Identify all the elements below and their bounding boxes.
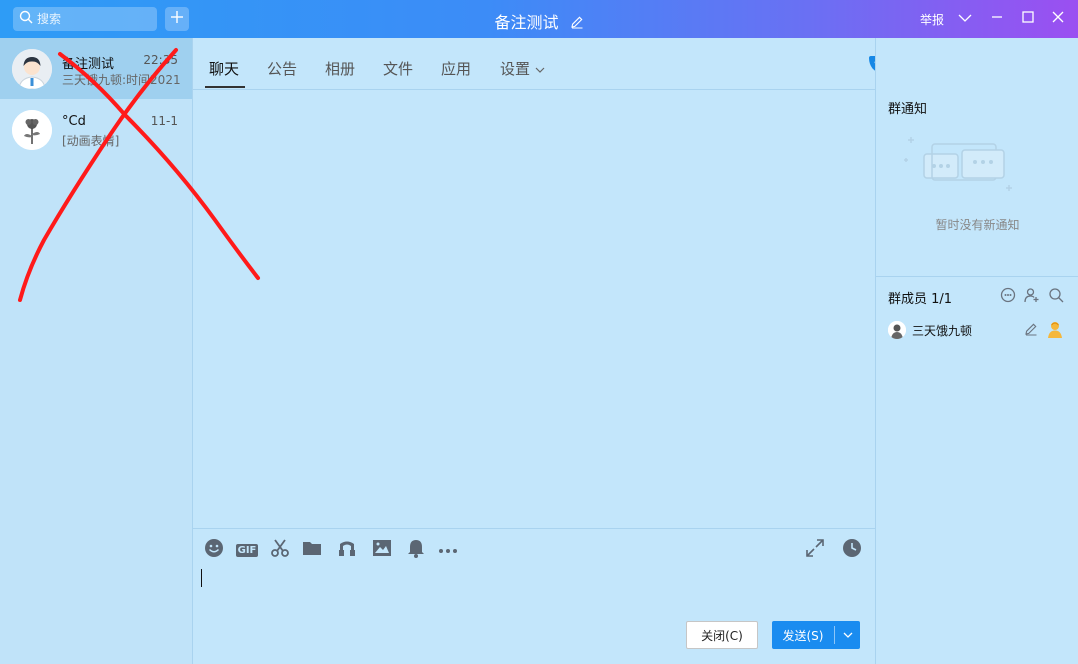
tab-files[interactable]: 文件 — [383, 58, 413, 79]
text-caret — [201, 569, 202, 587]
owner-badge-icon — [1046, 320, 1064, 342]
edit-title-icon[interactable] — [570, 14, 584, 33]
folder-icon — [302, 539, 322, 561]
window-title-wrap: 备注测试 — [0, 9, 1078, 33]
minimize-button[interactable] — [989, 11, 1005, 27]
plus-icon — [170, 10, 184, 28]
conversation-time: 11-1 — [150, 114, 178, 128]
notify-button[interactable] — [405, 539, 427, 561]
conversation-time: 22:35 — [143, 53, 178, 67]
folder-button[interactable] — [301, 539, 323, 561]
avatar — [888, 321, 906, 339]
close-window-button[interactable] — [1050, 11, 1066, 27]
search-icon — [1048, 287, 1064, 307]
expand-button[interactable] — [804, 539, 826, 561]
conversation-preview: 三天饿九顿:时间2021 — [62, 73, 180, 87]
close-button[interactable]: 关闭(C) — [686, 621, 758, 649]
chat-bubble-icon — [1000, 287, 1016, 307]
scissors-icon — [270, 538, 290, 562]
tab-album[interactable]: 相册 — [325, 58, 355, 79]
edit-card-icon[interactable] — [1024, 322, 1038, 340]
search-input[interactable] — [37, 12, 147, 26]
dropdown-button[interactable] — [957, 11, 973, 27]
notice-empty-text: 暂时没有新通知 — [935, 218, 1020, 232]
bell-icon — [407, 538, 425, 562]
send-options-button[interactable] — [835, 628, 860, 642]
member-name: 三天饿九顿 — [912, 324, 973, 338]
search-icon — [19, 10, 33, 28]
tab-announcement[interactable]: 公告 — [267, 58, 297, 79]
tab-settings-label: 设置 — [500, 60, 531, 78]
search-box[interactable] — [13, 7, 157, 31]
conversation-preview: [动画表情] — [62, 134, 120, 148]
window-title: 备注测试 — [494, 13, 559, 32]
close-icon — [1052, 11, 1064, 27]
search-member-button[interactable] — [1047, 288, 1065, 306]
conversation-name: 备注测试 — [62, 57, 115, 72]
send-button[interactable]: 发送(S) — [772, 627, 834, 644]
composer: GIF 关闭(C) 发送(S) — [193, 528, 875, 664]
title-bar: 备注测试 举报 — [0, 0, 1078, 38]
avatar — [12, 110, 52, 150]
emoji-button[interactable] — [203, 539, 225, 561]
maximize-button[interactable] — [1020, 11, 1036, 27]
chevron-down-icon — [958, 12, 972, 27]
members-title: 群成员 1/1 — [888, 292, 953, 307]
add-button[interactable] — [165, 7, 189, 31]
gif-button[interactable]: GIF — [235, 539, 259, 561]
active-tab-indicator — [205, 86, 245, 88]
tab-apps[interactable]: 应用 — [441, 58, 471, 79]
history-button[interactable] — [841, 539, 863, 561]
conversation-item-cd[interactable]: °Cd 11-1 [动画表情] — [0, 99, 192, 160]
expand-icon — [805, 538, 825, 562]
report-link[interactable]: 举报 — [920, 11, 944, 28]
gif-icon: GIF — [235, 543, 259, 557]
tab-settings[interactable]: 设置 — [500, 58, 545, 79]
add-user-icon — [1024, 287, 1040, 307]
conversation-item-beizhu[interactable]: 备注测试 22:35 三天饿九顿:时间2021 — [0, 38, 192, 99]
more-dots-icon — [438, 543, 458, 558]
conversation-name: °Cd — [62, 114, 86, 129]
panel-divider — [876, 276, 1078, 277]
avatar — [12, 49, 52, 89]
conversation-list: 备注测试 22:35 三天饿九顿:时间2021 °Cd 11-1 [动画表情] — [0, 38, 193, 664]
music-note-icon — [337, 538, 357, 562]
tab-chat[interactable]: 聊天 — [209, 58, 239, 79]
member-chat-button[interactable] — [999, 287, 1017, 307]
chevron-down-icon — [535, 60, 545, 78]
message-area[interactable] — [193, 90, 875, 528]
maximize-icon — [1022, 11, 1034, 27]
member-item[interactable]: 三天饿九顿 — [888, 320, 1068, 342]
music-button[interactable] — [336, 539, 358, 561]
chevron-down-icon — [843, 628, 853, 642]
image-icon — [372, 539, 392, 561]
minimize-icon — [991, 11, 1003, 27]
image-button[interactable] — [371, 539, 393, 561]
tab-bar: 聊天 公告 相册 文件 应用 设置 课 — [193, 38, 1063, 90]
chat-panel: 聊天 公告 相册 文件 应用 设置 课 — [193, 38, 1063, 664]
screenshot-button[interactable] — [269, 539, 291, 561]
more-tools-button[interactable] — [437, 539, 459, 561]
add-member-button[interactable] — [1023, 288, 1041, 306]
message-input[interactable] — [193, 565, 875, 615]
emoji-icon — [204, 538, 224, 562]
clock-icon — [842, 538, 862, 562]
group-info-panel: 群通知 暂时没有新通知 群成员 1/1 三天饿九顿 — [875, 38, 1078, 664]
empty-notice-illustration — [904, 130, 1014, 204]
notice-title: 群通知 — [888, 102, 928, 117]
send-button-group: 发送(S) — [772, 621, 860, 649]
